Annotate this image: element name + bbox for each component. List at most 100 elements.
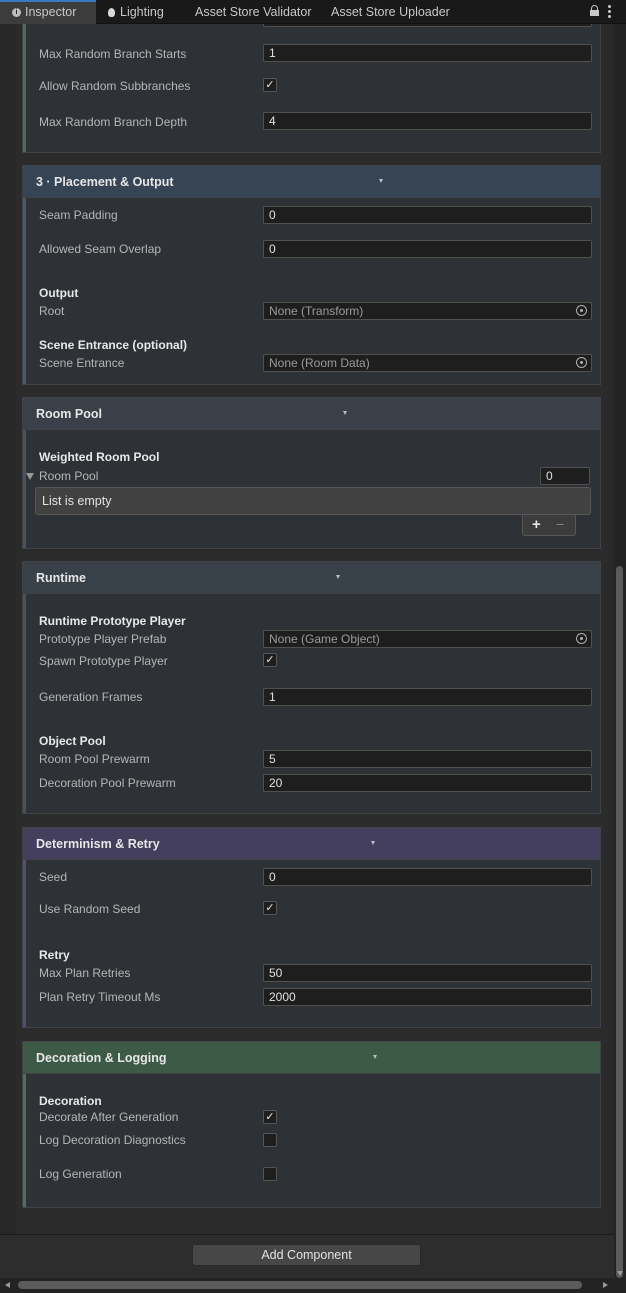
log-generation-checkbox[interactable] <box>263 1167 277 1181</box>
info-icon: i <box>12 8 21 18</box>
list-footer: + − <box>522 515 576 536</box>
decoration-logging-header[interactable]: Decoration & Logging <box>23 1042 600 1074</box>
label-max-plan-retries: Max Plan Retries <box>39 966 131 980</box>
room-pool-prewarm-field[interactable]: 5 <box>263 750 592 768</box>
decoration-pool-prewarm-field[interactable]: 20 <box>263 774 592 792</box>
root-object-field[interactable]: None (Transform) <box>263 302 592 320</box>
inspector-content: Max Random Branch Starts 1 Allow Random … <box>0 24 614 1234</box>
foldout-arrow-icon[interactable] <box>26 473 34 480</box>
tab-label: Asset Store Validator <box>195 5 312 19</box>
chevron-down-icon <box>343 411 347 415</box>
max-random-branch-depth-field[interactable]: 4 <box>263 112 592 130</box>
placement-output-section: 3 · Placement & Output Seam Padding 0 Al… <box>22 165 601 385</box>
room-pool-header[interactable]: Room Pool <box>23 398 600 430</box>
seed-field[interactable]: 0 <box>263 868 592 886</box>
decoration-logging-section: Decoration & Logging Decoration Decorate… <box>22 1041 601 1208</box>
runtime-section: Runtime Runtime Prototype Player Prototy… <box>22 561 601 814</box>
label-log-generation: Log Generation <box>39 1167 122 1181</box>
label-decoration-pool-prewarm: Decoration Pool Prewarm <box>39 776 176 790</box>
group-header-retry: Retry <box>39 948 70 962</box>
label-log-decoration-diagnostics: Log Decoration Diagnostics <box>39 1133 186 1147</box>
use-random-seed-checkbox[interactable]: ✓ <box>263 901 277 915</box>
label-generation-frames: Generation Frames <box>39 690 143 704</box>
label-allowed-seam-overlap: Allowed Seam Overlap <box>39 242 162 256</box>
scene-entrance-value: None (Room Data) <box>269 356 370 370</box>
scroll-left-arrow-icon[interactable] <box>5 1282 10 1288</box>
object-picker-icon[interactable] <box>576 305 587 316</box>
section-title: Runtime <box>36 571 86 585</box>
group-header-runtime-prototype-player: Runtime Prototype Player <box>39 614 186 628</box>
section-title: 3 · Placement & Output <box>36 175 174 189</box>
allow-random-subbranches-checkbox[interactable]: ✓ <box>263 78 277 92</box>
prototype-player-prefab-field[interactable]: None (Game Object) <box>263 630 592 648</box>
chevron-down-icon <box>336 575 340 579</box>
tab-label: Inspector <box>25 5 77 19</box>
tab-asset-store-uploader[interactable]: Asset Store Uploader <box>331 0 450 24</box>
chevron-down-icon <box>379 179 383 183</box>
vertical-scroll-thumb[interactable] <box>616 566 623 1278</box>
section-title: Decoration & Logging <box>36 1051 167 1065</box>
group-header-decoration: Decoration <box>39 1094 102 1108</box>
tab-label: Asset Store Uploader <box>331 5 450 19</box>
editor-tab-bar: i Inspector Lighting Asset Store Validato… <box>0 0 626 24</box>
horizontal-scrollbar[interactable] <box>0 1278 626 1293</box>
label-room-pool-prewarm: Room Pool Prewarm <box>39 752 150 766</box>
generation-frames-field[interactable]: 1 <box>263 688 592 706</box>
label-plan-retry-timeout-ms: Plan Retry Timeout Ms <box>39 990 161 1004</box>
section-title: Room Pool <box>36 407 102 421</box>
add-element-button[interactable]: + <box>532 516 541 533</box>
determinism-retry-header[interactable]: Determinism & Retry <box>23 828 600 860</box>
room-pool-section: Room Pool Weighted Room Pool Room Pool 0… <box>22 397 601 549</box>
label-seed: Seed <box>39 870 68 884</box>
max-random-branch-starts-field[interactable]: 1 <box>263 44 592 62</box>
label-allow-random-subbranches: Allow Random Subbranches <box>39 79 191 93</box>
runtime-header[interactable]: Runtime <box>23 562 600 594</box>
label-spawn-prototype-player: Spawn Prototype Player <box>39 654 168 668</box>
field-top-partial[interactable] <box>263 24 592 27</box>
lightbulb-icon <box>108 8 115 18</box>
label-prototype-player-prefab: Prototype Player Prefab <box>39 632 167 646</box>
room-pool-list: List is empty <box>35 487 591 515</box>
label-scene-entrance: Scene Entrance <box>39 356 125 370</box>
tab-inspector[interactable]: i Inspector <box>0 0 96 24</box>
group-header-output: Output <box>39 286 79 300</box>
log-decoration-diagnostics-checkbox[interactable] <box>263 1133 277 1147</box>
prototype-player-prefab-value: None (Game Object) <box>269 632 380 646</box>
remove-element-button[interactable]: − <box>556 516 564 532</box>
list-empty-text: List is empty <box>42 494 112 508</box>
group-header-weighted-room-pool: Weighted Room Pool <box>39 450 160 464</box>
scroll-down-arrow-icon[interactable] <box>617 1271 623 1276</box>
seam-padding-field[interactable]: 0 <box>263 206 592 224</box>
label-max-random-branch-depth: Max Random Branch Depth <box>39 115 188 129</box>
determinism-retry-section: Determinism & Retry Seed 0 Use Random Se… <box>22 827 601 1028</box>
section-title: Determinism & Retry <box>36 837 160 851</box>
label-root: Root <box>39 304 65 318</box>
allowed-seam-overlap-field[interactable]: 0 <box>263 240 592 258</box>
vertical-scrollbar[interactable] <box>614 24 626 1278</box>
chevron-down-icon <box>371 841 375 845</box>
generation-section: Max Random Branch Starts 1 Allow Random … <box>22 24 601 153</box>
object-picker-icon[interactable] <box>576 633 587 644</box>
label-max-random-branch-starts: Max Random Branch Starts <box>39 47 187 61</box>
tab-lighting[interactable]: Lighting <box>108 0 164 24</box>
max-plan-retries-field[interactable]: 50 <box>263 964 592 982</box>
placement-output-header[interactable]: 3 · Placement & Output <box>23 166 600 198</box>
more-options-icon[interactable] <box>608 5 612 19</box>
inspector-footer: Add Component <box>0 1234 614 1278</box>
scene-entrance-object-field[interactable]: None (Room Data) <box>263 354 592 372</box>
group-header-scene-entrance: Scene Entrance (optional) <box>39 338 188 352</box>
label-room-pool: Room Pool <box>39 469 99 483</box>
horizontal-scroll-thumb[interactable] <box>18 1281 582 1289</box>
room-pool-size-field[interactable]: 0 <box>540 467 590 485</box>
decorate-after-generation-checkbox[interactable]: ✓ <box>263 1110 277 1124</box>
scroll-right-arrow-icon[interactable] <box>603 1282 608 1288</box>
plan-retry-timeout-ms-field[interactable]: 2000 <box>263 988 592 1006</box>
tab-label: Lighting <box>120 5 164 19</box>
spawn-prototype-player-checkbox[interactable]: ✓ <box>263 653 277 667</box>
object-picker-icon[interactable] <box>576 357 587 368</box>
add-component-button[interactable]: Add Component <box>192 1244 421 1266</box>
group-header-object-pool: Object Pool <box>39 734 106 748</box>
tab-asset-store-validator[interactable]: Asset Store Validator <box>195 0 312 24</box>
label-use-random-seed: Use Random Seed <box>39 902 141 916</box>
lock-icon[interactable] <box>590 5 599 16</box>
